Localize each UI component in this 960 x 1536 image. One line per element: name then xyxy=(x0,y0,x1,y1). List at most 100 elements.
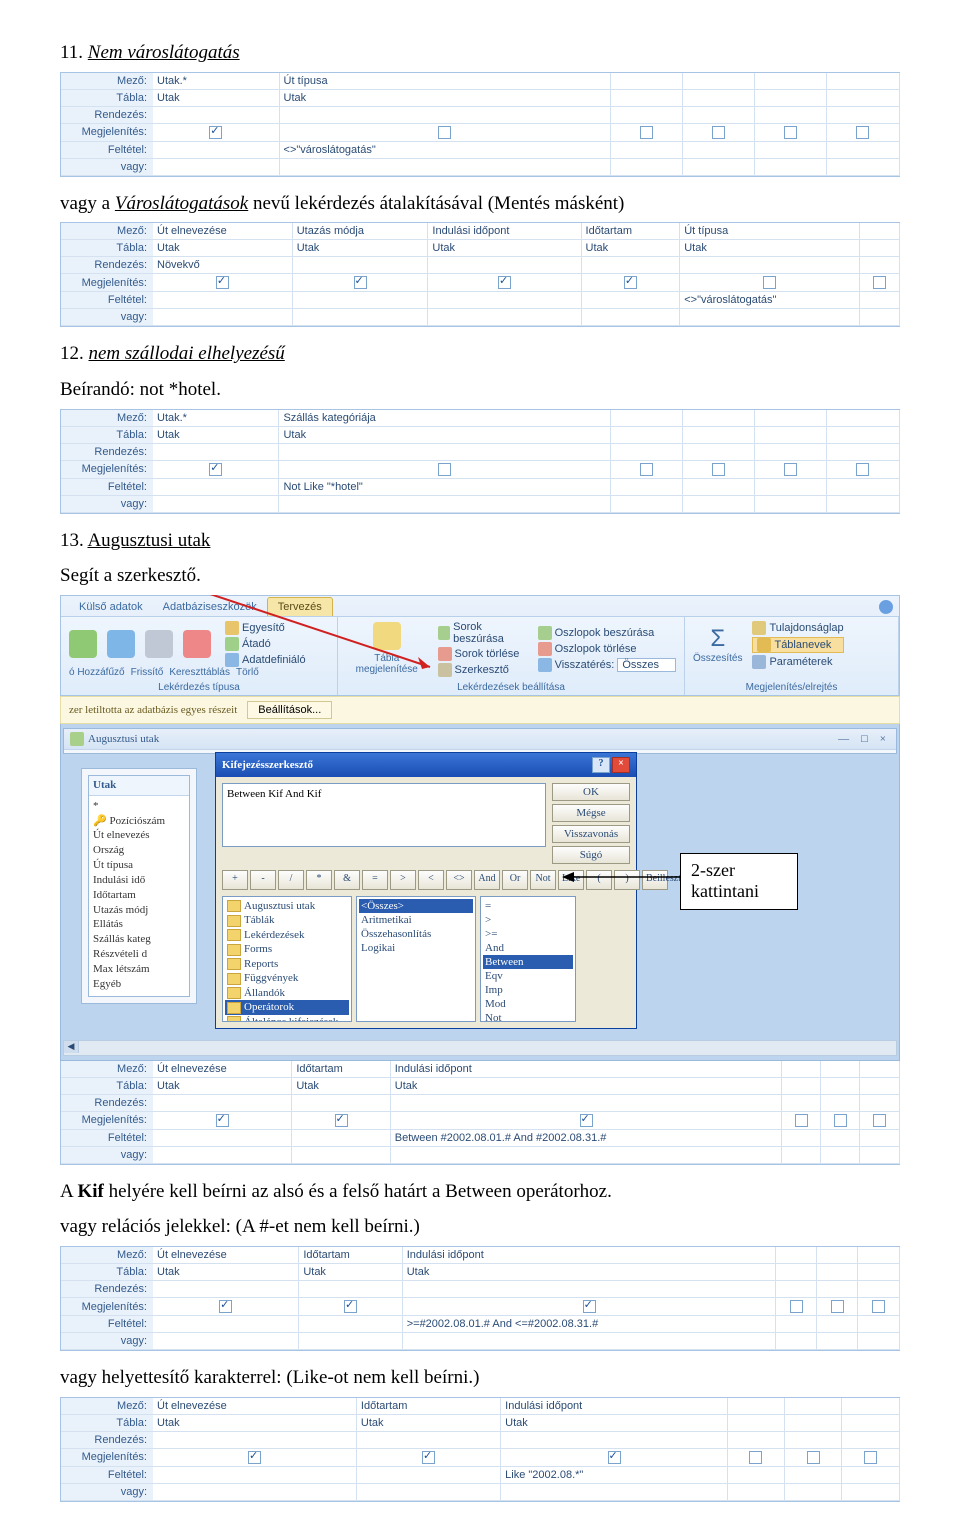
grid-cell[interactable] xyxy=(727,1483,784,1500)
grid-cell[interactable] xyxy=(683,426,755,443)
operator-item[interactable]: = xyxy=(483,899,573,913)
grid-cell[interactable] xyxy=(153,106,279,123)
grid-cell[interactable]: Időtartam xyxy=(356,1398,500,1415)
grid-cell[interactable] xyxy=(827,410,899,427)
op-button[interactable]: * xyxy=(306,870,332,890)
op-button[interactable]: <> xyxy=(446,870,472,890)
grid-cell[interactable]: Utak xyxy=(680,240,860,257)
field-item[interactable]: Max létszám xyxy=(93,962,185,977)
category-item[interactable]: <Összes> xyxy=(359,899,473,913)
grid-cell[interactable] xyxy=(683,73,755,90)
grid-cell[interactable] xyxy=(827,89,899,106)
grid-cell[interactable] xyxy=(727,1398,784,1415)
grid-cell[interactable] xyxy=(153,1333,299,1350)
grid-cell[interactable]: Utak.* xyxy=(153,410,279,427)
grid-cell[interactable] xyxy=(860,309,899,326)
show-table-icon[interactable] xyxy=(373,622,401,650)
operator-item[interactable]: Between xyxy=(483,955,573,969)
show-checkbox[interactable] xyxy=(873,276,886,289)
grid-cell[interactable] xyxy=(827,443,899,460)
grid-cell[interactable] xyxy=(755,89,827,106)
tree-item[interactable]: Augusztusi utak xyxy=(225,899,349,913)
grid-cell[interactable] xyxy=(782,1094,821,1111)
grid-cell[interactable] xyxy=(390,1094,782,1111)
delete-rows-cmd[interactable]: Sorok törlése xyxy=(438,647,528,661)
grid-cell[interactable] xyxy=(755,73,827,90)
grid-cell[interactable] xyxy=(858,1316,899,1333)
datadef-cmd[interactable]: Adatdefiniáló xyxy=(225,653,306,667)
append-icon[interactable] xyxy=(69,630,97,658)
grid-cell[interactable]: <>"városlátogatás" xyxy=(680,292,860,309)
grid-cell[interactable] xyxy=(858,1281,899,1298)
show-checkbox[interactable] xyxy=(216,276,229,289)
grid-cell[interactable]: Utazás módja xyxy=(292,223,428,240)
show-checkbox[interactable] xyxy=(216,1114,229,1127)
field-item[interactable]: Szállás kateg xyxy=(93,932,185,947)
grid-cell[interactable] xyxy=(782,1077,821,1094)
show-checkbox[interactable] xyxy=(624,276,637,289)
grid-cell[interactable] xyxy=(683,89,755,106)
grid-cell[interactable] xyxy=(428,257,581,274)
grid-cell[interactable]: Út elnevezése xyxy=(153,223,292,240)
grid-cell[interactable] xyxy=(755,443,827,460)
grid-cell[interactable] xyxy=(611,443,683,460)
grid-cell[interactable] xyxy=(153,1129,292,1146)
grid-cell[interactable] xyxy=(611,478,683,495)
grid-cell[interactable] xyxy=(279,495,611,512)
show-checkbox[interactable] xyxy=(749,1451,762,1464)
show-checkbox[interactable] xyxy=(438,463,451,476)
insert-cols-cmd[interactable]: Oszlopok beszúrása xyxy=(538,626,676,640)
show-checkbox[interactable] xyxy=(209,463,222,476)
op-button[interactable]: & xyxy=(334,870,360,890)
show-checkbox[interactable] xyxy=(763,276,776,289)
grid-cell[interactable] xyxy=(581,292,680,309)
grid-cell[interactable]: Utak xyxy=(402,1264,776,1281)
grid-cell[interactable]: Utak xyxy=(501,1414,728,1431)
operator-item[interactable]: Eqv xyxy=(483,969,573,983)
grid-cell[interactable] xyxy=(611,426,683,443)
field-item[interactable]: Időtartam xyxy=(93,888,185,903)
grid-cell[interactable] xyxy=(727,1414,784,1431)
tree-item[interactable]: Állandók xyxy=(225,986,349,1000)
grid-cell[interactable]: Indulási időpont xyxy=(390,1061,782,1078)
grid-cell[interactable] xyxy=(356,1431,500,1448)
grid-cell[interactable]: Út elnevezése xyxy=(153,1247,299,1264)
tree-item[interactable]: Függvények xyxy=(225,971,349,985)
propsheet-cmd[interactable]: Tulajdonságlap xyxy=(752,621,843,635)
grid-cell[interactable] xyxy=(755,426,827,443)
op-button[interactable]: < xyxy=(418,870,444,890)
show-checkbox[interactable] xyxy=(422,1451,435,1464)
show-checkbox[interactable] xyxy=(580,1114,593,1127)
grid-cell[interactable] xyxy=(858,1333,899,1350)
operator-item[interactable]: And xyxy=(483,941,573,955)
grid-cell[interactable] xyxy=(727,1431,784,1448)
grid-cell[interactable] xyxy=(153,141,279,158)
field-item[interactable]: Út típusa xyxy=(93,858,185,873)
show-checkbox[interactable] xyxy=(784,463,797,476)
show-checkbox[interactable] xyxy=(608,1451,621,1464)
grid-cell[interactable] xyxy=(782,1146,821,1163)
op-button[interactable]: / xyxy=(278,870,304,890)
grid-cell[interactable] xyxy=(299,1333,402,1350)
grid-cell[interactable]: Utak.* xyxy=(153,73,279,90)
grid-cell[interactable]: Indulási időpont xyxy=(402,1247,776,1264)
field-item[interactable]: Indulási idő xyxy=(93,873,185,888)
dialog-help-icon[interactable]: ? xyxy=(592,757,610,773)
grid-cell[interactable] xyxy=(356,1483,500,1500)
op-button[interactable]: Beillesztés xyxy=(642,870,668,890)
grid-cell[interactable] xyxy=(153,478,279,495)
grid-cell[interactable] xyxy=(428,309,581,326)
grid-cell[interactable] xyxy=(860,257,899,274)
delete-icon[interactable] xyxy=(183,630,211,658)
ribbon-tab-kulso[interactable]: Külső adatok xyxy=(69,598,153,616)
grid-cell[interactable]: Utak xyxy=(428,240,581,257)
grid-cell[interactable] xyxy=(611,410,683,427)
op-button[interactable]: Not xyxy=(530,870,556,890)
grid-cell[interactable] xyxy=(785,1398,842,1415)
show-checkbox[interactable] xyxy=(209,126,222,139)
grid-cell[interactable]: Út elnevezése xyxy=(153,1061,292,1078)
show-checkbox[interactable] xyxy=(831,1300,844,1313)
grid-cell[interactable]: Utak xyxy=(292,1077,390,1094)
grid-cell[interactable] xyxy=(860,1129,899,1146)
grid-cell[interactable] xyxy=(402,1281,776,1298)
